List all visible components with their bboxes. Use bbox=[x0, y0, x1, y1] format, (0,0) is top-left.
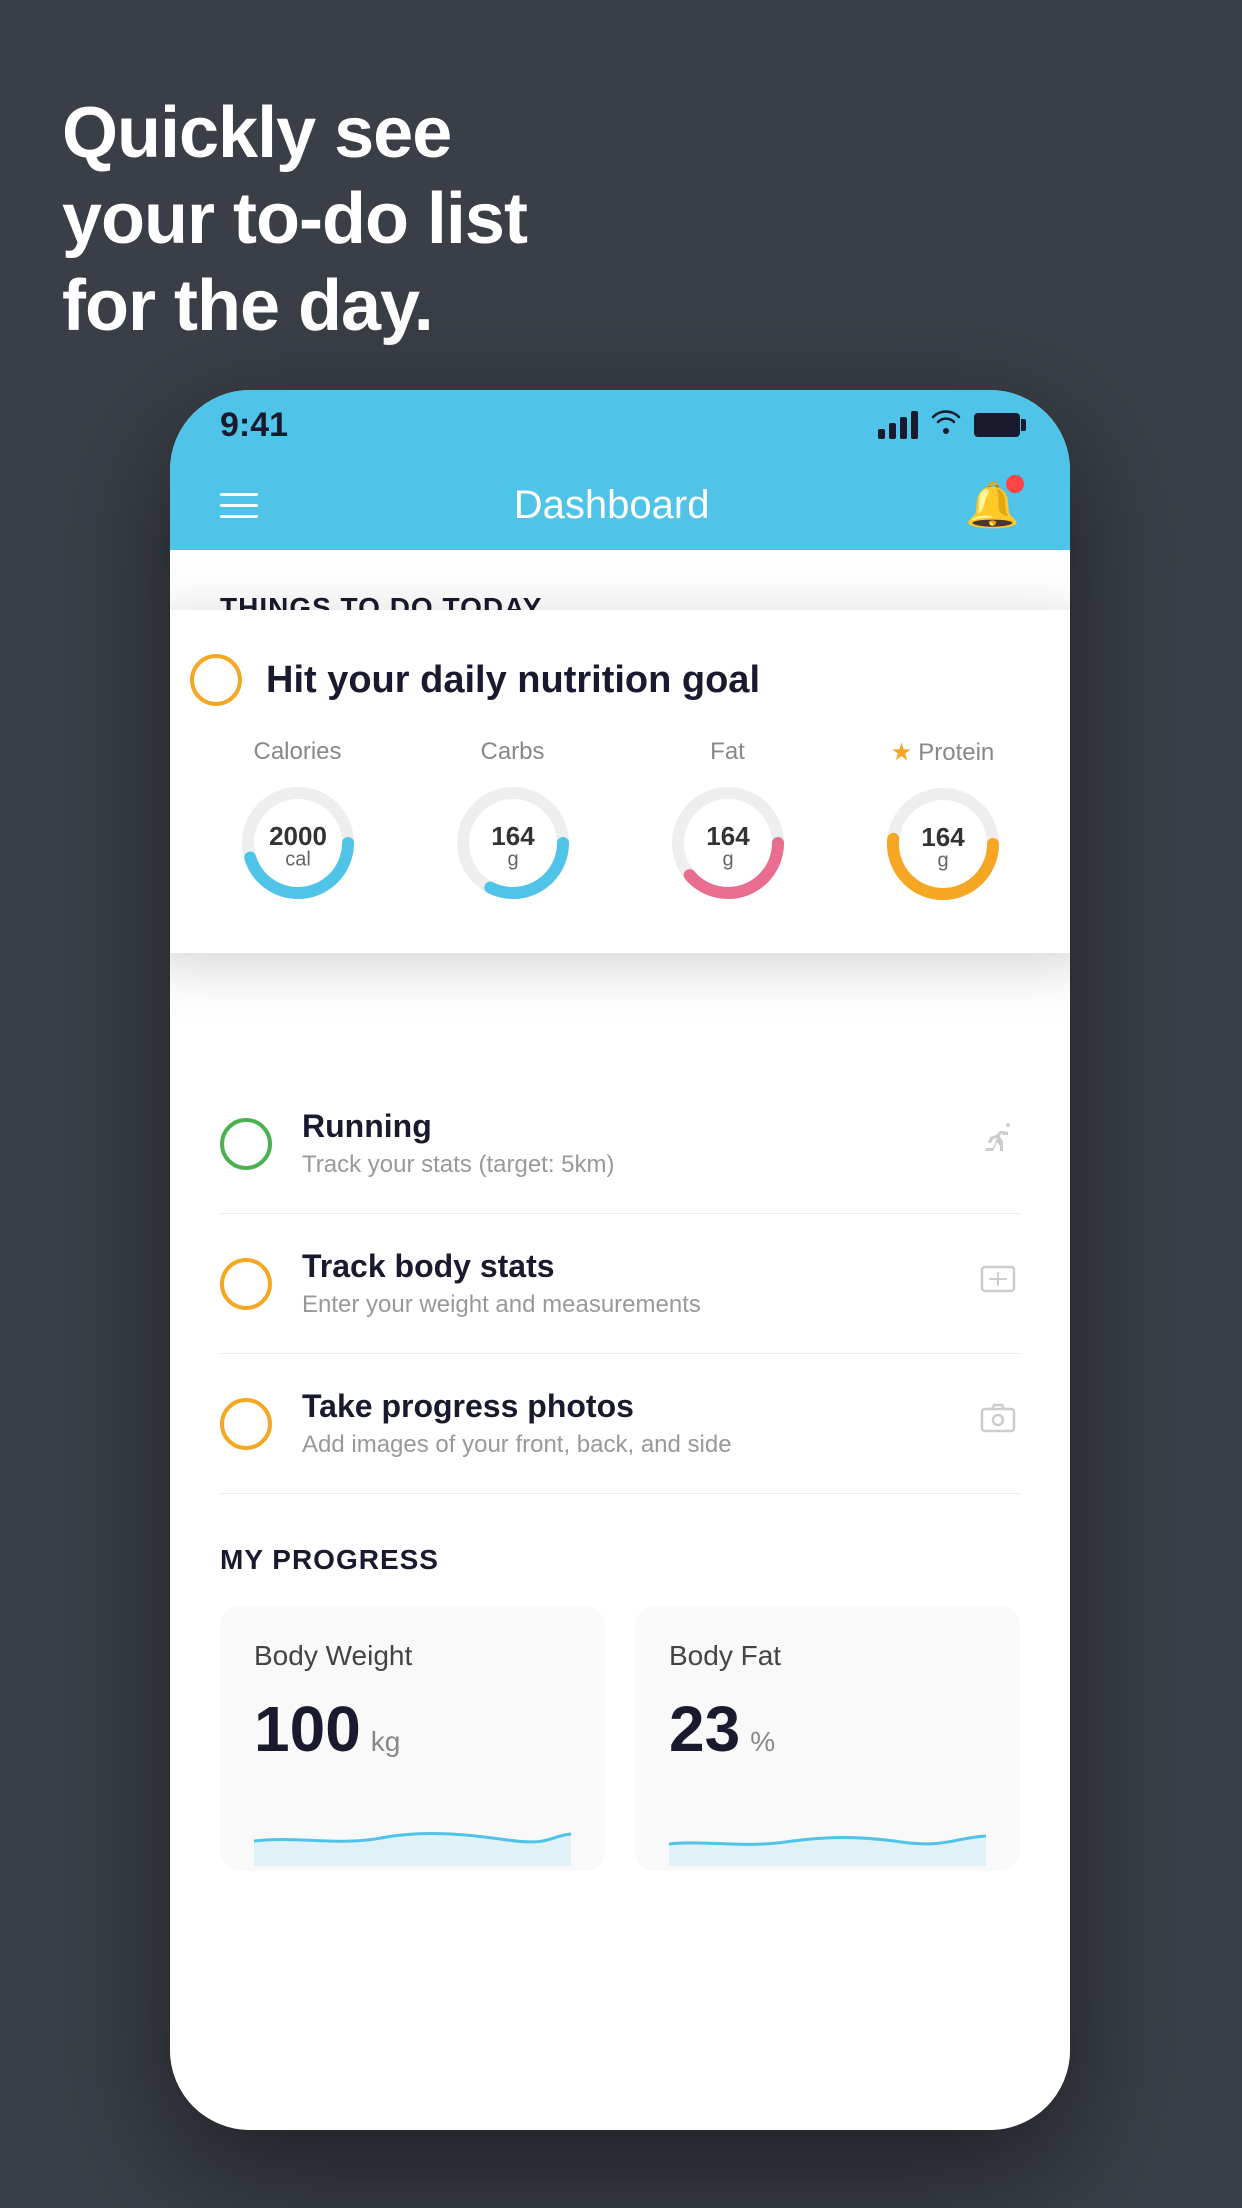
hero-text: Quickly see your to-do list for the day. bbox=[62, 90, 527, 349]
progress-cards: Body Weight 100 kg bbox=[220, 1606, 1020, 1871]
progress-section-title: MY PROGRESS bbox=[220, 1544, 1020, 1576]
todo-text-running: Running Track your stats (target: 5km) bbox=[302, 1108, 946, 1179]
nutrition-calories: Calories 2000 cal bbox=[233, 738, 363, 908]
body-weight-card[interactable]: Body Weight 100 kg bbox=[220, 1606, 605, 1871]
body-weight-number: 100 bbox=[254, 1692, 361, 1766]
todo-subtitle-progress-photos: Add images of your front, back, and side bbox=[302, 1431, 946, 1459]
body-fat-card[interactable]: Body Fat 23 % bbox=[635, 1606, 1020, 1871]
task-circle-check[interactable] bbox=[190, 654, 242, 706]
svg-text:164: 164 bbox=[491, 821, 535, 851]
todo-item-progress-photos[interactable]: Take progress photos Add images of your … bbox=[220, 1354, 1020, 1494]
hero-line1: Quickly see bbox=[62, 90, 527, 176]
body-fat-unit: % bbox=[750, 1726, 775, 1758]
todo-subtitle-body-stats: Enter your weight and measurements bbox=[302, 1291, 946, 1319]
todo-circle-progress-photos bbox=[220, 1398, 272, 1450]
body-fat-value: 23 % bbox=[669, 1692, 986, 1766]
todo-item-body-stats[interactable]: Track body stats Enter your weight and m… bbox=[220, 1214, 1020, 1354]
svg-text:g: g bbox=[937, 849, 948, 871]
status-time: 9:41 bbox=[220, 406, 288, 445]
svg-text:cal: cal bbox=[285, 848, 311, 870]
todo-title-running: Running bbox=[302, 1108, 946, 1145]
status-bar: 9:41 bbox=[170, 390, 1070, 460]
todo-list: Running Track your stats (target: 5km) T… bbox=[170, 1074, 1070, 1494]
card-title-row: Hit your daily nutrition goal bbox=[190, 654, 1050, 706]
nutrition-fat: Fat 164 g bbox=[663, 738, 793, 908]
app-content: THINGS TO DO TODAY Hit your daily nutrit… bbox=[170, 550, 1070, 2130]
phone-frame: 9:41 Dashboard bbox=[170, 390, 1070, 2130]
battery-icon bbox=[974, 413, 1020, 437]
star-icon: ★ bbox=[891, 738, 913, 767]
wifi-icon bbox=[930, 409, 962, 441]
carbs-label: Carbs bbox=[480, 738, 544, 766]
svg-text:g: g bbox=[722, 848, 733, 870]
notification-bell-button[interactable]: 🔔 bbox=[965, 479, 1020, 531]
photo-icon bbox=[976, 1397, 1020, 1451]
todo-text-body-stats: Track body stats Enter your weight and m… bbox=[302, 1248, 946, 1319]
status-icons bbox=[878, 409, 1020, 441]
protein-label: ★ Protein bbox=[891, 738, 995, 767]
calories-label: Calories bbox=[253, 738, 341, 766]
nutrition-carbs: Carbs 164 g bbox=[448, 738, 578, 908]
nutrition-circles: Calories 2000 cal Carbs 164 g bbox=[190, 738, 1050, 909]
nutrition-card: Hit your daily nutrition goal Calories 2… bbox=[170, 610, 1070, 953]
todo-circle-body-stats bbox=[220, 1258, 272, 1310]
carbs-donut: 164 g bbox=[448, 778, 578, 908]
body-fat-number: 23 bbox=[669, 1692, 740, 1766]
signal-bars-icon bbox=[878, 411, 918, 439]
hero-line3: for the day. bbox=[62, 263, 527, 349]
fat-donut: 164 g bbox=[663, 778, 793, 908]
svg-text:164: 164 bbox=[921, 822, 965, 852]
hamburger-menu-icon[interactable] bbox=[220, 493, 258, 518]
todo-circle-running bbox=[220, 1118, 272, 1170]
header-title: Dashboard bbox=[514, 483, 710, 528]
fat-label: Fat bbox=[710, 738, 745, 766]
svg-text:164: 164 bbox=[706, 821, 750, 851]
body-fat-title: Body Fat bbox=[669, 1640, 986, 1672]
progress-section: MY PROGRESS Body Weight 100 kg bbox=[170, 1494, 1070, 1911]
todo-text-progress-photos: Take progress photos Add images of your … bbox=[302, 1388, 946, 1459]
todo-title-progress-photos: Take progress photos bbox=[302, 1388, 946, 1425]
protein-donut: 164 g bbox=[878, 779, 1008, 909]
body-weight-value: 100 kg bbox=[254, 1692, 571, 1766]
running-icon bbox=[976, 1117, 1020, 1171]
svg-text:2000: 2000 bbox=[269, 821, 327, 851]
card-title: Hit your daily nutrition goal bbox=[266, 659, 760, 702]
app-header: Dashboard 🔔 bbox=[170, 460, 1070, 550]
body-fat-chart bbox=[669, 1796, 986, 1866]
notification-badge bbox=[1006, 475, 1024, 493]
calories-donut: 2000 cal bbox=[233, 778, 363, 908]
body-weight-chart bbox=[254, 1796, 571, 1866]
todo-item-running[interactable]: Running Track your stats (target: 5km) bbox=[220, 1074, 1020, 1214]
todo-subtitle-running: Track your stats (target: 5km) bbox=[302, 1151, 946, 1179]
scale-icon bbox=[976, 1257, 1020, 1311]
hero-line2: your to-do list bbox=[62, 176, 527, 262]
body-weight-title: Body Weight bbox=[254, 1640, 571, 1672]
todo-title-body-stats: Track body stats bbox=[302, 1248, 946, 1285]
body-weight-unit: kg bbox=[371, 1726, 401, 1758]
svg-text:g: g bbox=[507, 848, 518, 870]
nutrition-protein: ★ Protein 164 g bbox=[878, 738, 1008, 909]
